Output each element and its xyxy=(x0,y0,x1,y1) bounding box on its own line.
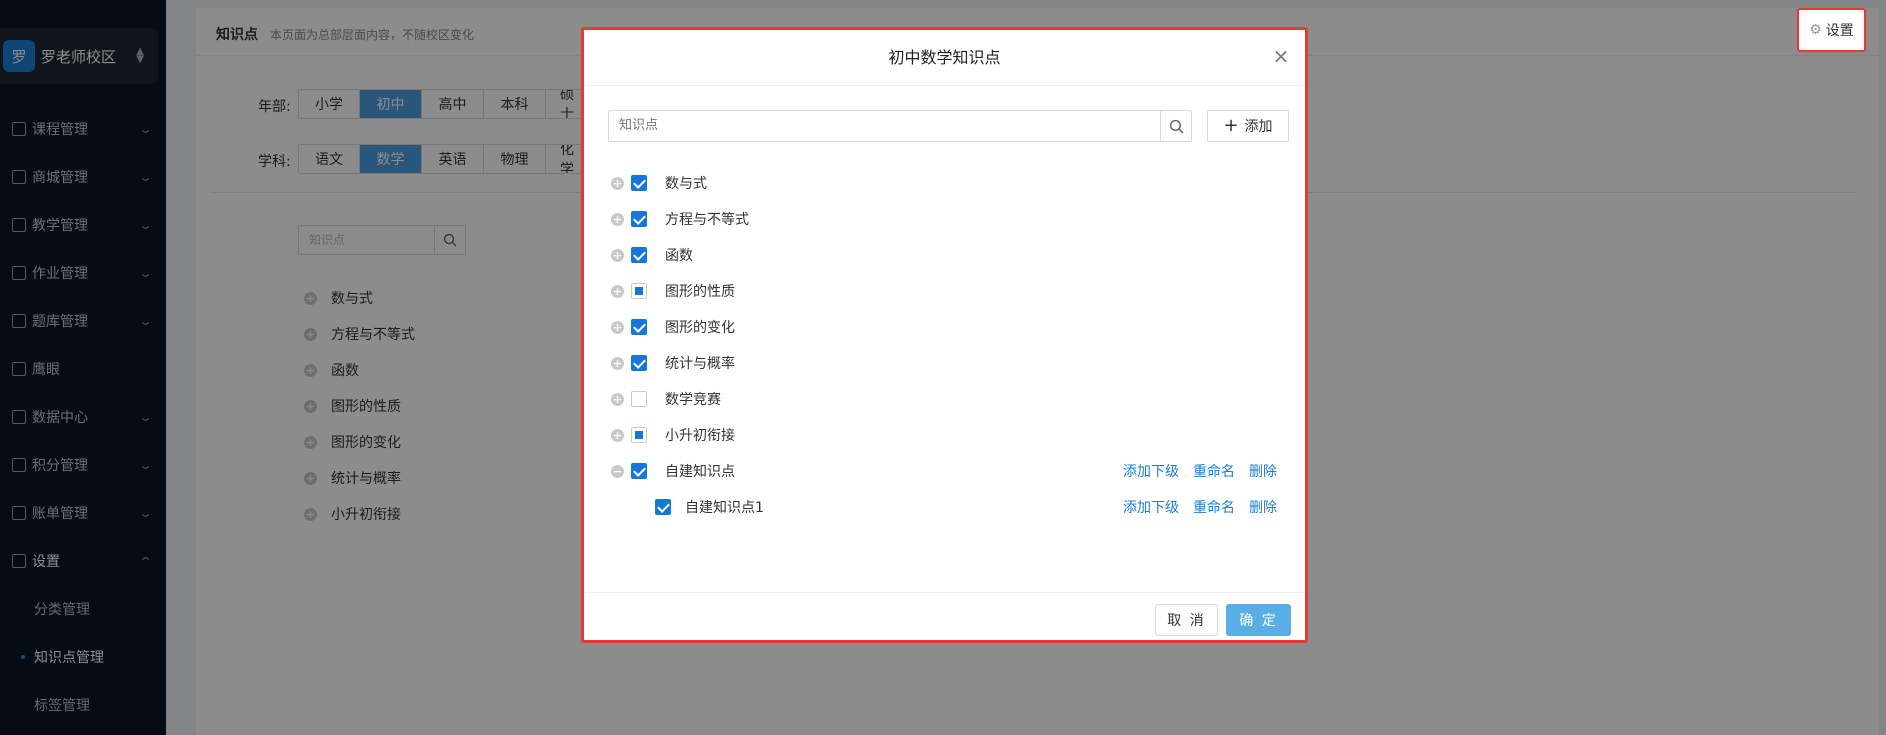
delete-link[interactable]: 删除 xyxy=(1249,461,1277,481)
tree-node-label[interactable]: 统计与概率 xyxy=(665,353,735,373)
tree-node-actions: 添加下级 重命名 删除 xyxy=(1109,461,1277,481)
tree-checkbox[interactable] xyxy=(631,391,647,407)
tree-node: + 图形的变化 xyxy=(611,317,735,337)
tree-checkbox[interactable] xyxy=(631,463,647,479)
add-child-link[interactable]: 添加下级 xyxy=(1123,497,1179,517)
add-button-label: 添加 xyxy=(1244,119,1273,135)
tree-node: 自建知识点1 xyxy=(655,497,764,517)
knowledge-dialog: 初中数学知识点 × + 添加 + 数与式 + 方程与不等式 + 函数 + 图形的性质 +… xyxy=(581,27,1308,643)
tree-node-label[interactable]: 自建知识点 xyxy=(665,461,735,481)
collapse-icon[interactable]: − xyxy=(611,464,624,478)
expand-icon[interactable]: + xyxy=(611,284,624,298)
tree-node-label[interactable]: 自建知识点1 xyxy=(685,497,764,517)
rename-link[interactable]: 重命名 xyxy=(1193,461,1235,481)
tree-node: + 方程与不等式 xyxy=(611,209,749,229)
add-child-link[interactable]: 添加下级 xyxy=(1123,461,1179,481)
settings-button[interactable]: ⚙ 设置 xyxy=(1797,8,1866,52)
search-icon[interactable] xyxy=(1161,111,1191,141)
dialog-title: 初中数学知识点 xyxy=(584,30,1305,86)
tree-node-label[interactable]: 方程与不等式 xyxy=(665,209,749,229)
expand-icon[interactable]: + xyxy=(611,392,624,406)
dialog-search xyxy=(608,110,1192,142)
tree-node: + 数学竞赛 xyxy=(611,389,721,409)
plus-icon: + xyxy=(1223,115,1239,136)
add-button[interactable]: + 添加 xyxy=(1207,110,1289,142)
expand-icon[interactable]: + xyxy=(611,320,624,334)
tree-checkbox[interactable] xyxy=(631,247,647,263)
cancel-button[interactable]: 取 消 xyxy=(1155,604,1218,636)
tree-checkbox[interactable] xyxy=(631,283,647,299)
delete-link[interactable]: 删除 xyxy=(1249,497,1277,517)
expand-icon[interactable]: + xyxy=(611,428,624,442)
tree-node-label[interactable]: 图形的性质 xyxy=(665,281,735,301)
close-icon[interactable]: × xyxy=(1271,46,1291,66)
expand-icon[interactable]: + xyxy=(611,248,624,262)
tree-node-label[interactable]: 数与式 xyxy=(665,173,707,193)
rename-link[interactable]: 重命名 xyxy=(1193,497,1235,517)
tree-node: − 自建知识点 xyxy=(611,461,735,481)
tree-node: + 函数 xyxy=(611,245,693,265)
dialog-footer-divider xyxy=(584,592,1305,593)
tree-checkbox[interactable] xyxy=(631,427,647,443)
settings-label: 设置 xyxy=(1825,23,1854,39)
tree-checkbox[interactable] xyxy=(631,175,647,191)
tree-checkbox[interactable] xyxy=(631,355,647,371)
tree-node: + 图形的性质 xyxy=(611,281,735,301)
expand-icon[interactable]: + xyxy=(611,212,624,226)
ok-button[interactable]: 确 定 xyxy=(1226,604,1291,636)
tree-node-actions: 添加下级 重命名 删除 xyxy=(1109,497,1277,517)
tree-checkbox[interactable] xyxy=(631,319,647,335)
tree-checkbox[interactable] xyxy=(655,499,671,515)
tree-node: + 小升初衔接 xyxy=(611,425,735,445)
tree-node-label[interactable]: 函数 xyxy=(665,245,693,265)
dialog-search-input[interactable] xyxy=(609,111,1161,141)
tree-node-label[interactable]: 数学竞赛 xyxy=(665,389,721,409)
tree-node-label[interactable]: 图形的变化 xyxy=(665,317,735,337)
gear-icon: ⚙ xyxy=(1809,22,1822,38)
tree-checkbox[interactable] xyxy=(631,211,647,227)
expand-icon[interactable]: + xyxy=(611,176,624,190)
tree-node-label[interactable]: 小升初衔接 xyxy=(665,425,735,445)
tree-node: + 数与式 xyxy=(611,173,707,193)
tree-node: + 统计与概率 xyxy=(611,353,735,373)
expand-icon[interactable]: + xyxy=(611,356,624,370)
